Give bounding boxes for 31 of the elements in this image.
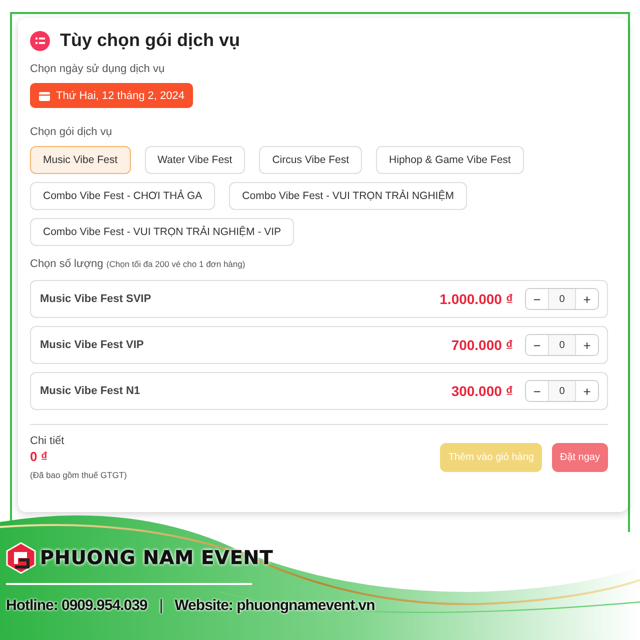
package-label: Chọn gói dịch vụ — [30, 126, 113, 138]
hotline-text: Hotline: 0909.954.039 — [6, 597, 148, 614]
package-option[interactable]: Combo Vibe Fest - VUI TRỌN TRẢI NGHIỆM - VIP — [30, 218, 294, 246]
quantity-field[interactable]: 0 — [548, 381, 576, 401]
ticket-price: 1.000.000 ₫ — [440, 291, 513, 307]
total-price: 0 ₫ — [30, 449, 49, 464]
separator-text: | — [159, 597, 163, 614]
website-text: Website: phuongnamevent.vn — [174, 597, 375, 614]
panel-title: Tùy chọn gói dịch vụ — [60, 30, 240, 51]
package-option[interactable]: Water Vibe Fest — [144, 146, 246, 174]
list-icon — [30, 30, 50, 50]
package-option[interactable]: Music Vibe Fest — [30, 146, 130, 174]
quantity-label: Chọn số lượng — [30, 258, 104, 270]
brand-name: PHUONG NAM EVENT — [40, 547, 274, 569]
details-label: Chi tiết — [30, 435, 66, 447]
ticket-name: Music Vibe Fest VIP — [40, 339, 145, 351]
quantity-field[interactable]: 0 — [548, 289, 576, 309]
package-option[interactable]: Hiphop & Game Vibe Fest — [376, 146, 524, 174]
package-option[interactable]: Combo Vibe Fest - CHƠI THẢ GA — [30, 182, 216, 210]
ticket-name: Music Vibe Fest SVIP — [40, 293, 152, 305]
calendar-icon — [39, 90, 50, 100]
ticket-price: 300.000 ₫ — [451, 383, 513, 399]
logo-icon — [6, 542, 36, 574]
package-option[interactable]: Combo Vibe Fest - VUI TRỌN TRẢI NGHIỆM — [229, 182, 467, 210]
package-option[interactable]: Circus Vibe Fest — [259, 146, 362, 174]
quantity-field[interactable]: 0 — [548, 335, 576, 355]
tax-note: (Đã bao gồm thuế GTGT) — [30, 470, 128, 480]
quantity-note: (Chọn tối đa 200 vé cho 1 đơn hàng) — [106, 259, 246, 269]
ticket-price: 700.000 ₫ — [451, 337, 513, 353]
date-label: Chọn ngày sử dụng dịch vụ — [30, 63, 166, 75]
ticket-name: Music Vibe Fest N1 — [40, 385, 142, 397]
